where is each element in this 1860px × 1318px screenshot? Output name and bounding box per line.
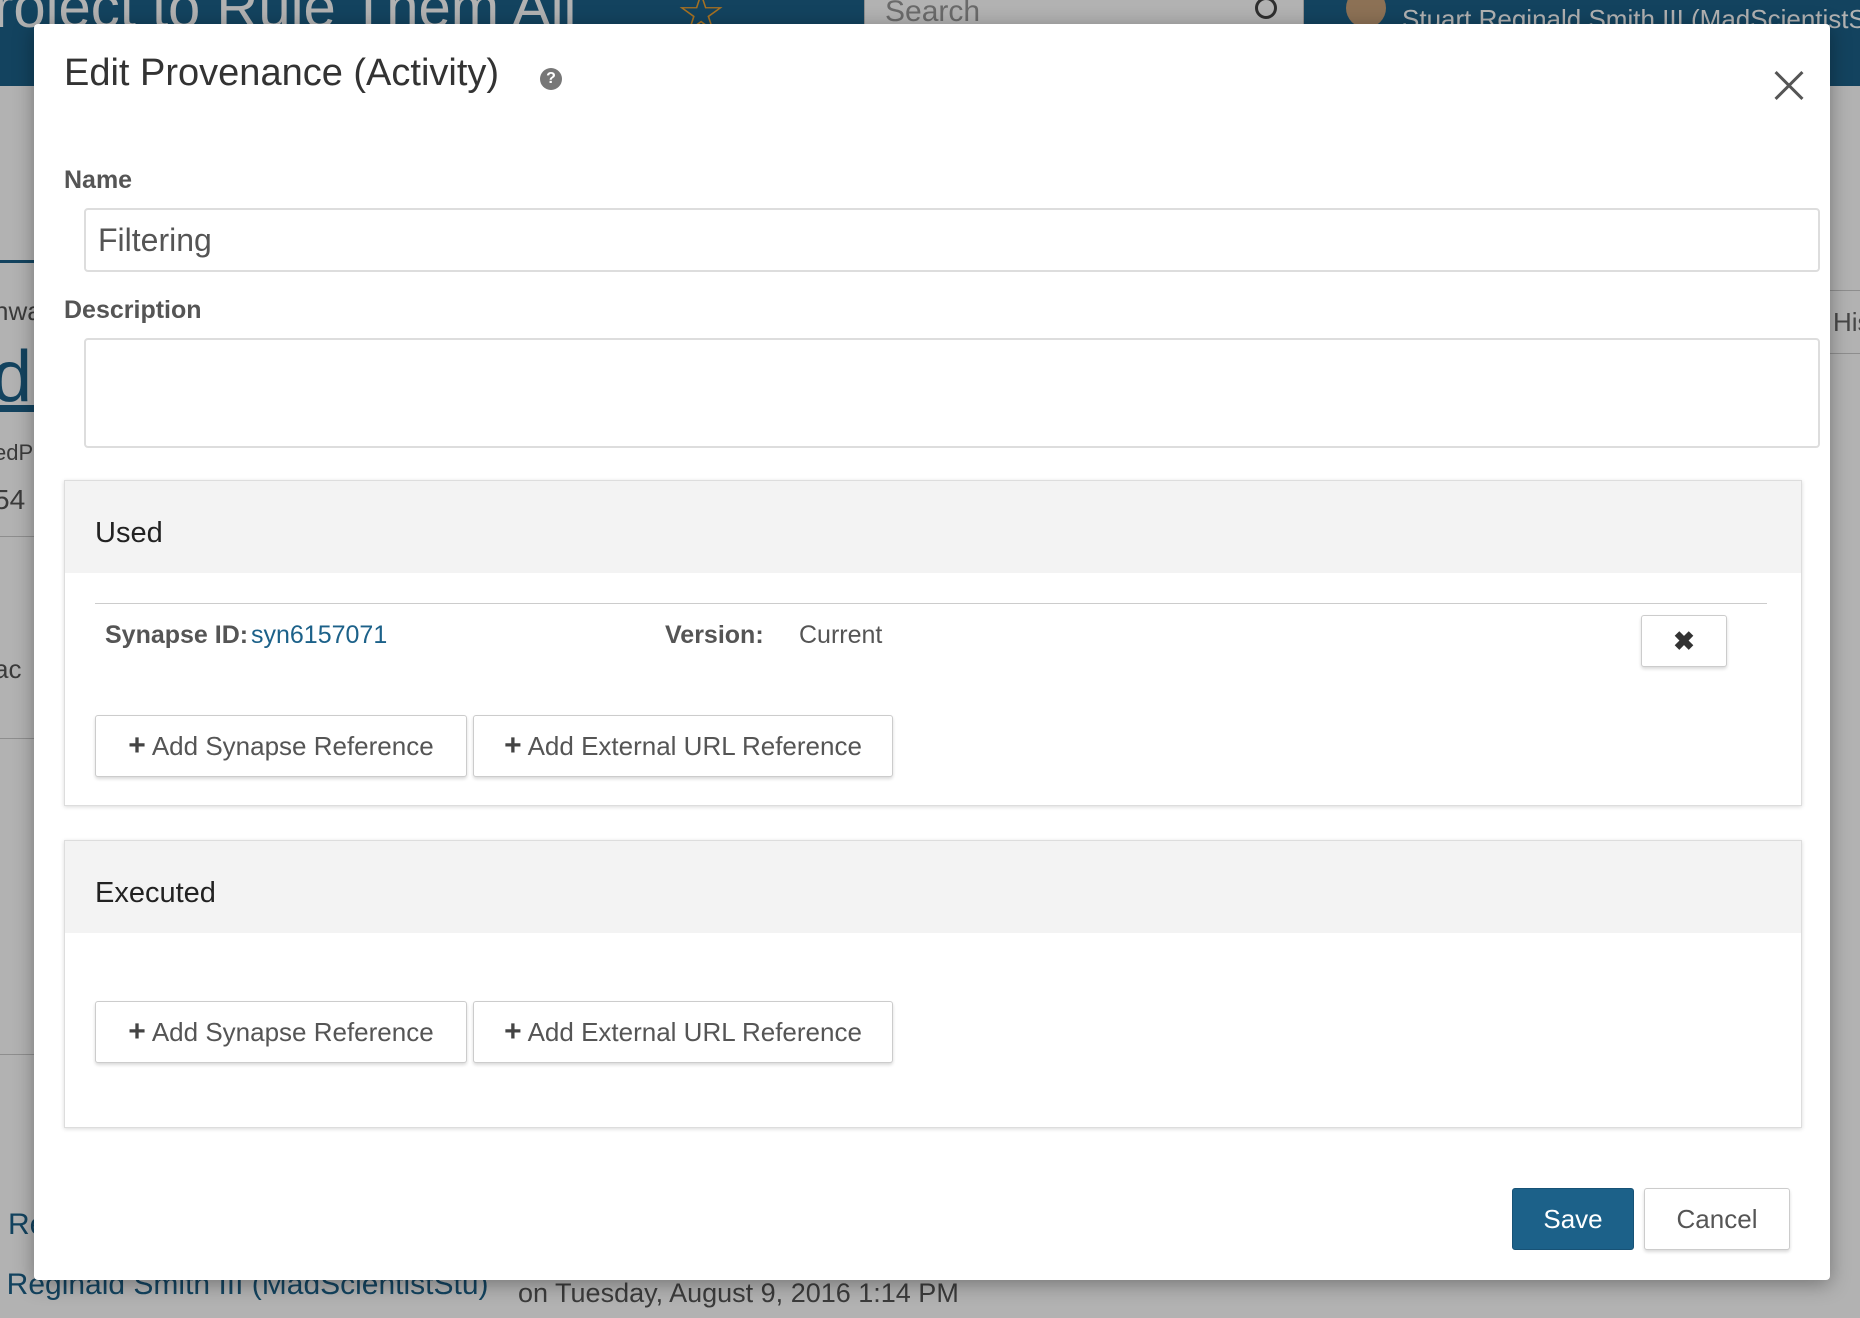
description-field[interactable]: [84, 338, 1820, 448]
button-label: Add External URL Reference: [527, 1016, 862, 1047]
help-icon[interactable]: ?: [540, 68, 562, 90]
edit-provenance-modal: Edit Provenance (Activity) ? Name Descri…: [34, 24, 1830, 1280]
button-label: Add Synapse Reference: [151, 730, 434, 761]
button-label: Add External URL Reference: [527, 730, 862, 761]
executed-panel-title: Executed: [95, 877, 216, 909]
divider: [95, 603, 1767, 604]
button-label: Add Synapse Reference: [151, 1016, 434, 1047]
add-external-url-reference-button[interactable]: + Add External URL Reference: [473, 1001, 893, 1063]
synapse-id-link[interactable]: syn6157071: [251, 621, 387, 650]
plus-icon: +: [128, 729, 146, 762]
close-icon[interactable]: [1762, 58, 1818, 114]
modal-title: Edit Provenance (Activity): [64, 52, 500, 94]
description-label: Description: [64, 296, 202, 324]
add-external-url-reference-button[interactable]: + Add External URL Reference: [473, 715, 893, 777]
name-label: Name: [64, 166, 133, 194]
synapse-id-label: Synapse ID:: [105, 621, 249, 649]
add-synapse-reference-button[interactable]: + Add Synapse Reference: [95, 1001, 467, 1063]
plus-icon: +: [128, 1015, 146, 1048]
save-button[interactable]: Save: [1512, 1188, 1634, 1250]
executed-panel-header: Executed: [65, 841, 1801, 933]
remove-reference-button[interactable]: ✖: [1641, 615, 1727, 667]
version-label: Version:: [665, 621, 764, 649]
plus-icon: +: [504, 729, 522, 762]
name-field[interactable]: [84, 208, 1820, 272]
add-synapse-reference-button[interactable]: + Add Synapse Reference: [95, 715, 467, 777]
executed-panel: Executed + Add Synapse Reference + Add E…: [64, 840, 1802, 1128]
used-panel-title: Used: [95, 517, 163, 549]
cancel-button[interactable]: Cancel: [1644, 1188, 1790, 1250]
version-value: Current: [799, 621, 883, 649]
used-panel: Used Synapse ID: syn6157071 Version: Cur…: [64, 480, 1802, 806]
plus-icon: +: [504, 1015, 522, 1048]
used-panel-header: Used: [65, 481, 1801, 573]
